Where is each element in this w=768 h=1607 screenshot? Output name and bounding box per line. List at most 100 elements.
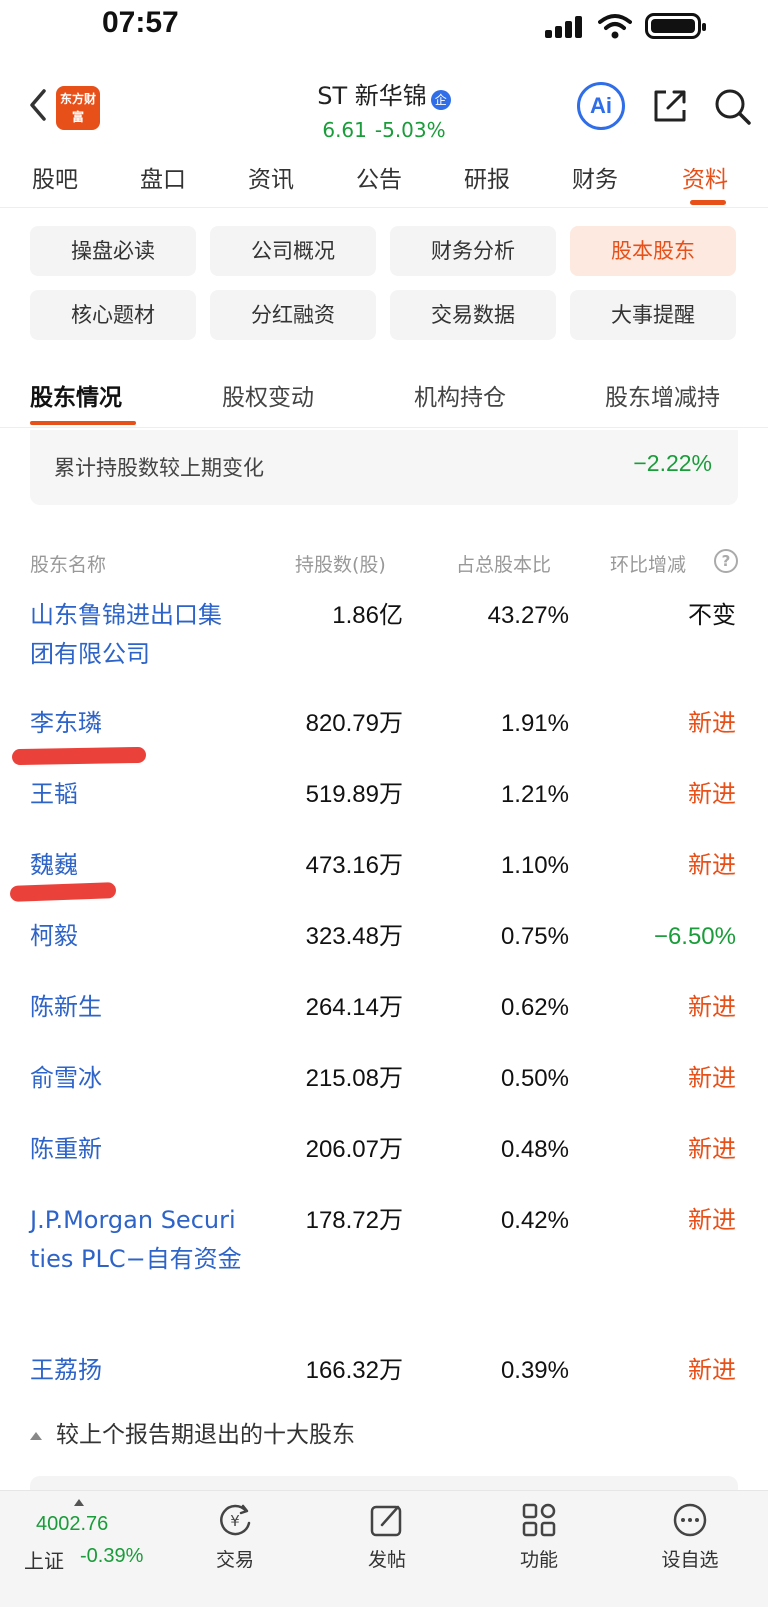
shares-value: 473.16万 [305,852,403,879]
ratio-value: 1.10% [500,852,569,879]
col-header-change: 环比增减 [610,554,687,576]
change-value: 新进 [688,781,736,808]
svg-text:¥: ¥ [230,1512,240,1530]
grid-btn-core-themes[interactable]: 核心题材 [30,290,196,340]
grid-btn-financial-analysis[interactable]: 财务分析 [390,226,556,276]
shares-value: 264.14万 [305,994,403,1021]
stock-header: 东方财富 ST 新华锦企 6.61 -5.03% Ai [0,60,768,150]
shares-value: 519.89万 [305,781,403,808]
change-value: 新进 [688,1136,736,1163]
subtab-equity-change[interactable]: 股权变动 [222,378,314,412]
nav-trade[interactable]: ¥ 交易 [185,1501,285,1572]
divider [0,427,768,428]
active-tab-indicator [690,200,726,205]
wifi-icon [598,14,632,39]
enterprise-badge-icon: 企 [430,89,451,110]
change-value: 不变 [688,602,736,629]
ratio-value: 0.39% [500,1357,569,1384]
shares-value: 820.79万 [305,710,403,737]
index-value[interactable]: 4002.76 [36,1513,108,1536]
change-value: 新进 [688,1207,736,1234]
index-name[interactable]: 上证 [24,1545,64,1574]
search-icon[interactable] [712,86,752,126]
nav-watchlist[interactable]: 设自选 [640,1501,740,1572]
nav-functions[interactable]: 功能 [489,1501,589,1572]
shareholder-name[interactable]: J.P.Morgan Securities PLC−自有资金 [30,1201,245,1279]
subtab-shareholders[interactable]: 股东情况 [30,378,122,412]
shares-value: 1.86亿 [332,602,403,629]
nav-post-label: 发帖 [367,1549,406,1571]
grid-btn-dividends[interactable]: 分红融资 [210,290,376,340]
grid-btn-must-read[interactable]: 操盘必读 [30,226,196,276]
stock-name: ST 新华锦 [317,82,427,110]
tab-pankou[interactable]: 盘口 [140,160,186,194]
nav-trade-label: 交易 [215,1549,254,1571]
shareholder-name[interactable]: 李东璘 [30,704,230,743]
help-icon[interactable]: ? [714,549,738,573]
collapse-triangle-icon [30,1431,42,1440]
ratio-value: 1.91% [500,710,569,737]
tab-research[interactable]: 研报 [464,160,510,194]
shareholder-name[interactable]: 魏巍 [30,846,230,885]
expand-arrow-icon[interactable] [74,1499,84,1506]
summary-card: 累计持股数较上期变化 −2.22% [30,430,738,505]
shareholder-name[interactable]: 山东鲁锦进出口集团有限公司 [30,596,230,674]
shareholder-name[interactable]: 陈重新 [30,1130,230,1169]
summary-value: −2.22% [633,450,712,476]
ratio-value: 0.50% [500,1065,569,1092]
exited-holders-label: 较上个报告期退出的十大股东 [56,1422,355,1448]
status-time: 07:57 [102,6,179,39]
red-underline-mark [11,746,147,766]
ai-assistant-icon[interactable]: Ai [577,82,625,130]
grid-btn-company-overview[interactable]: 公司概况 [210,226,376,276]
post-icon [370,1505,402,1537]
change-value: 新进 [688,994,736,1021]
col-header-name: 股东名称 [30,554,107,576]
subtab-holding-changes[interactable]: 股东增减持 [605,378,720,412]
cellular-signal-icon [545,16,585,38]
exited-holders-toggle[interactable]: 较上个报告期退出的十大股东 [30,1415,355,1449]
trade-icon: ¥ [220,1504,251,1536]
change-value: 新进 [688,1065,736,1092]
tab-news[interactable]: 资讯 [248,160,294,194]
shares-value: 206.07万 [305,1136,403,1163]
grid-btn-trading-data[interactable]: 交易数据 [390,290,556,340]
summary-label: 累计持股数较上期变化 [54,456,264,480]
tab-profile[interactable]: 资料 [682,160,728,194]
shareholder-name[interactable]: 王荔扬 [30,1351,230,1390]
stock-price: 6.61 [322,118,367,142]
shares-value: 215.08万 [305,1065,403,1092]
tab-finance[interactable]: 财务 [572,160,618,194]
col-header-ratio: 占总股本比 [456,554,552,576]
grid-btn-shareholders[interactable]: 股本股东 [570,226,736,276]
ratio-value: 0.48% [500,1136,569,1163]
ratio-value: 1.21% [500,781,569,808]
grid-btn-events[interactable]: 大事提醒 [570,290,736,340]
nav-functions-label: 功能 [519,1549,558,1571]
battery-icon [645,13,706,39]
active-subtab-indicator [30,421,136,425]
subtab-institutions[interactable]: 机构持仓 [414,378,506,412]
stock-change-pct: -5.03% [374,118,446,142]
shareholder-name[interactable]: 俞雪冰 [30,1059,230,1098]
ratio-value: 0.75% [500,923,569,950]
nav-watchlist-label: 设自选 [661,1549,719,1571]
change-value: −6.50% [653,923,736,950]
change-value: 新进 [688,852,736,879]
index-change[interactable]: -0.39% [80,1545,143,1568]
shareholder-name[interactable]: 王韬 [30,775,230,814]
main-tab-bar: 股吧 盘口 资讯 公告 研报 财务 资料 [0,150,768,208]
ratio-value: 43.27% [487,602,569,629]
tab-announcements[interactable]: 公告 [356,160,402,194]
shareholder-name[interactable]: 柯毅 [30,917,230,956]
status-bar: 07:57 [0,0,768,56]
shareholder-name[interactable]: 陈新生 [30,988,230,1027]
more-dots-icon [673,1503,707,1537]
next-card-edge [30,1476,738,1490]
functions-grid-icon [522,1503,556,1537]
change-value: 新进 [688,710,736,737]
nav-post[interactable]: 发帖 [337,1501,437,1572]
tab-guba[interactable]: 股吧 [32,160,78,194]
shares-value: 178.72万 [305,1207,403,1234]
share-icon[interactable] [650,86,690,126]
